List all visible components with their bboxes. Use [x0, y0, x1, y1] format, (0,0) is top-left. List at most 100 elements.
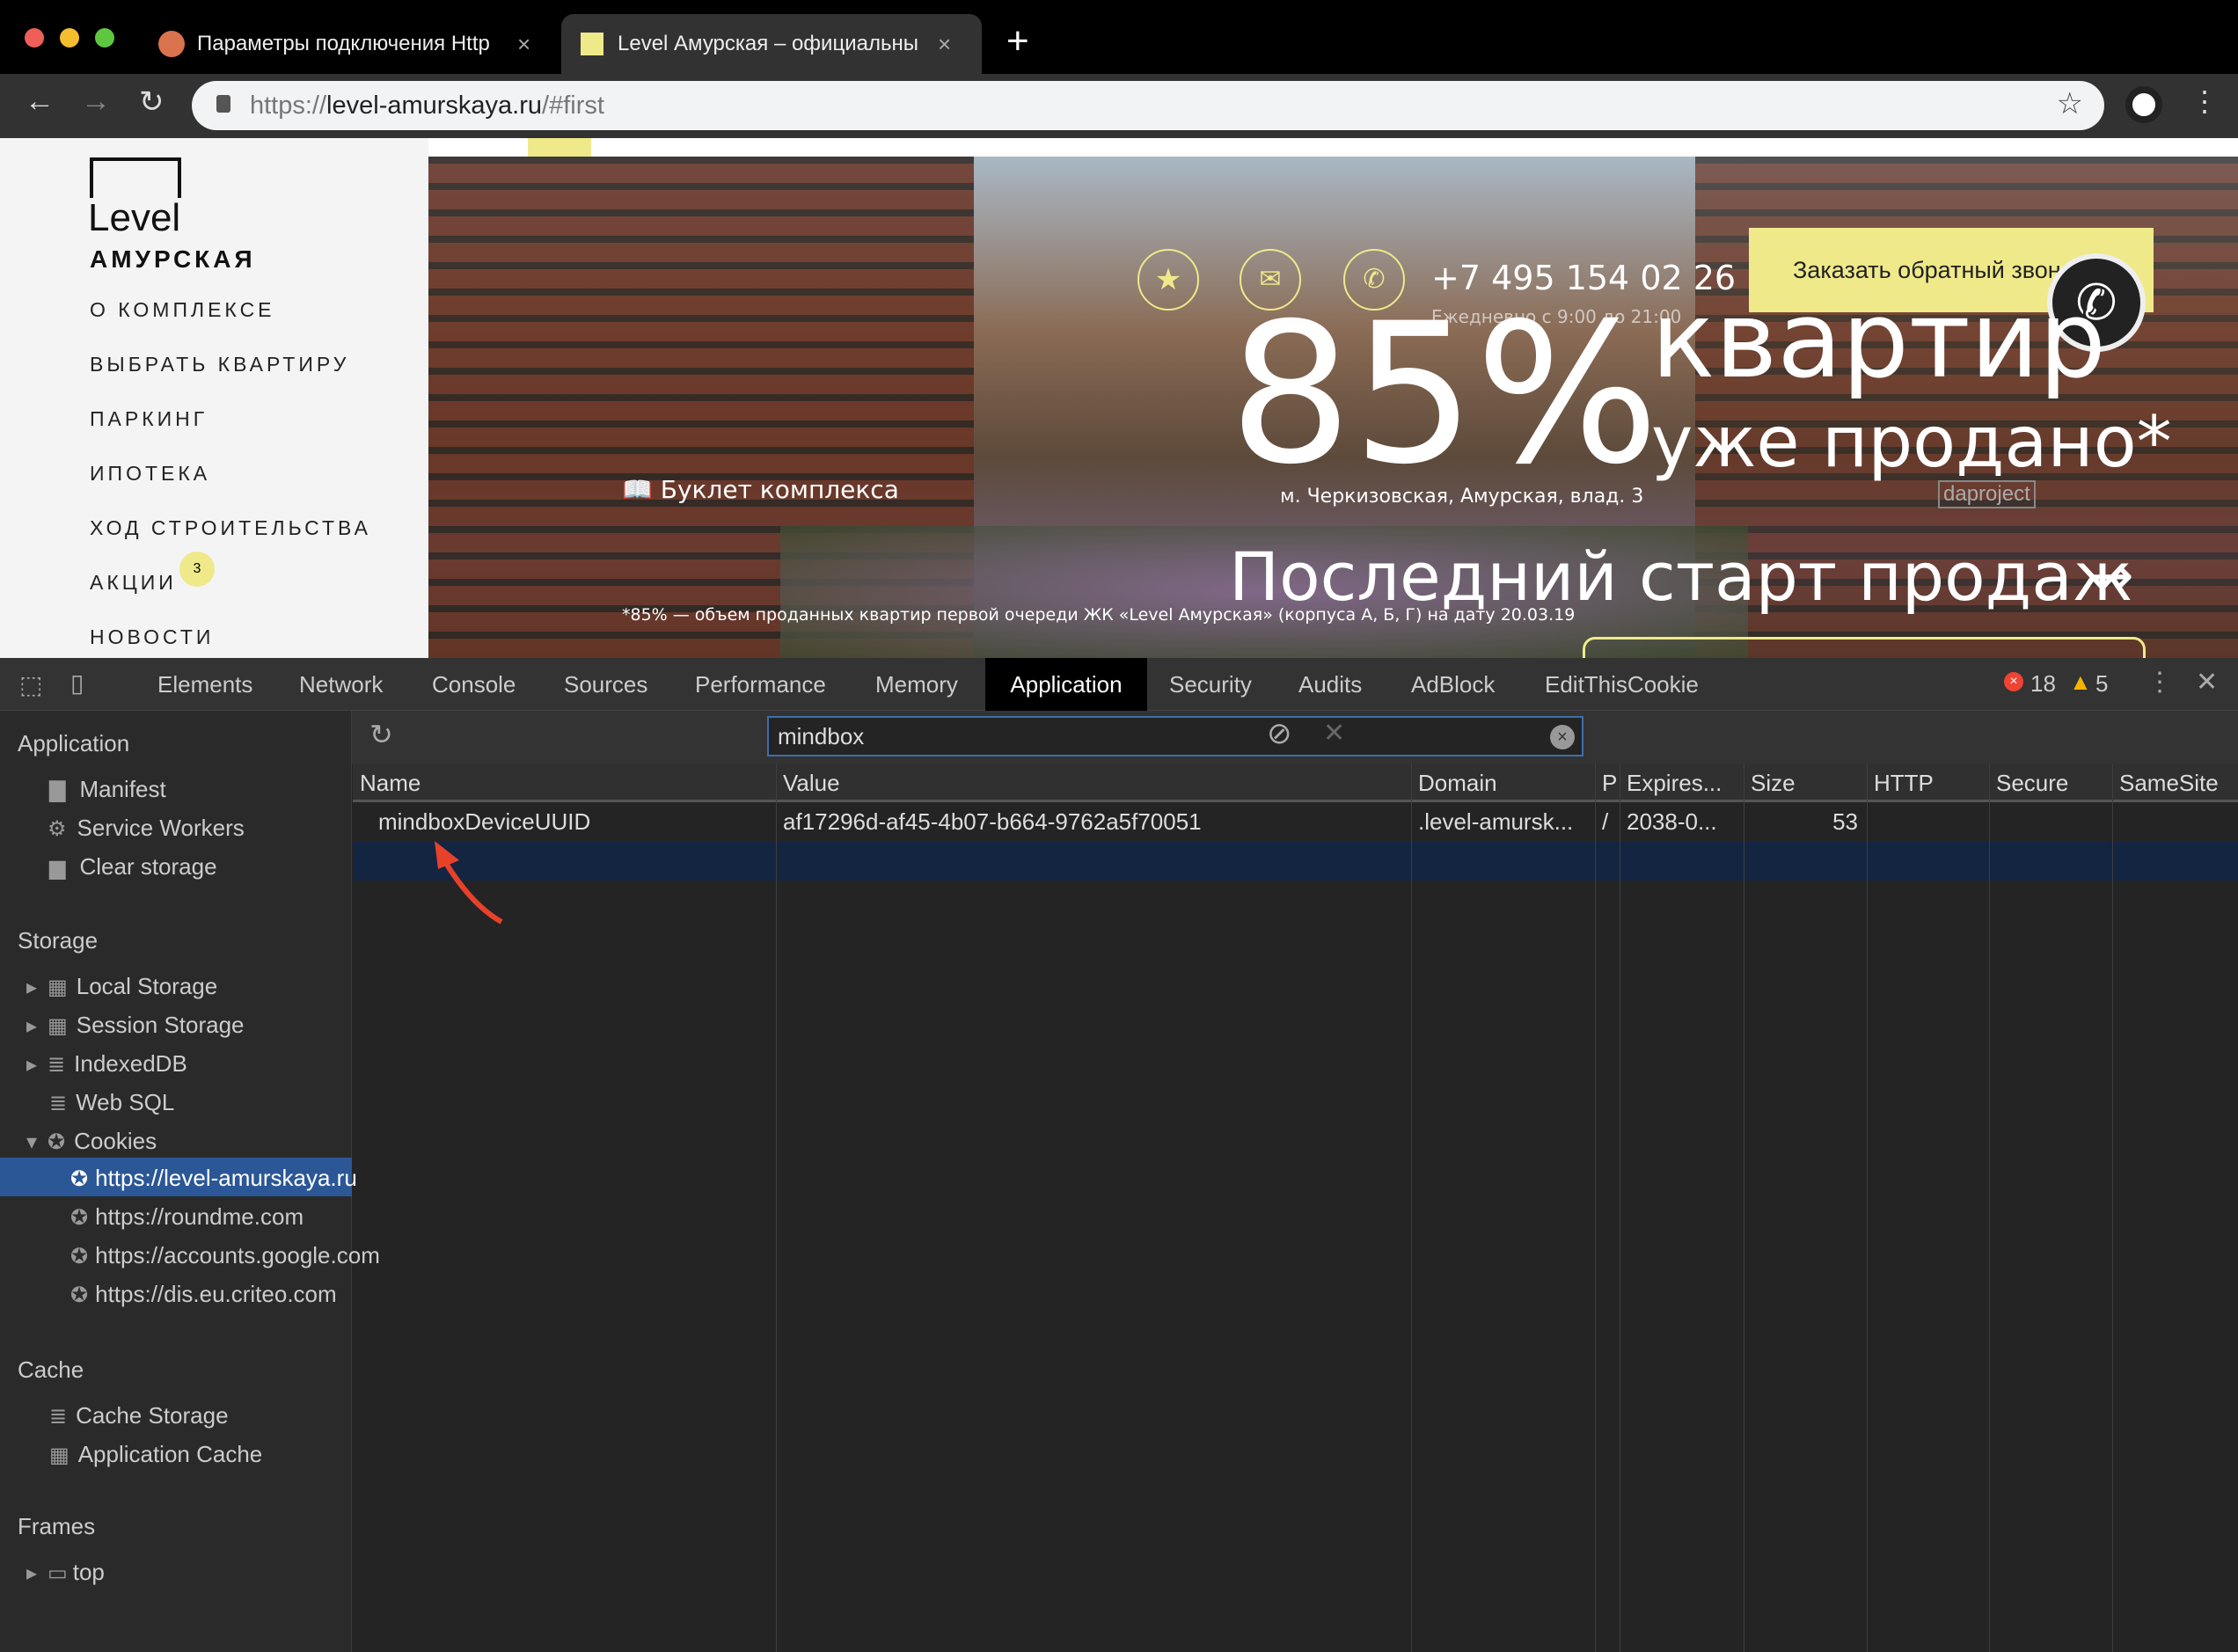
cta-box[interactable] [1583, 637, 2146, 658]
back-icon[interactable]: ← [25, 84, 55, 119]
sidebar-item-manifest[interactable]: ▇ Manifest [49, 776, 166, 803]
device-toolbar-icon[interactable]: ▯ [70, 669, 84, 698]
tab-audits[interactable]: Audits [1288, 658, 1372, 711]
item-label: Session Storage [76, 1012, 245, 1038]
tab-console[interactable]: Console [421, 658, 526, 711]
tab-performance[interactable]: Performance [684, 658, 837, 711]
menu-kebab-icon[interactable]: ⋮ [2190, 84, 2219, 118]
filter-value: mindbox [778, 723, 865, 749]
cookie-origin-item[interactable]: ✪ https://dis.eu.criteo.com [70, 1281, 337, 1308]
column-header-size[interactable]: Size [1744, 764, 1867, 802]
last-sales-start-link[interactable]: Последний старт продаж [1229, 544, 2132, 610]
sidebar-item-cookies[interactable]: ▾ ✪ Cookies [26, 1128, 157, 1155]
sidebar-item-cache-storage[interactable]: ≣ Cache Storage [49, 1402, 229, 1429]
error-count[interactable]: 18 [2030, 670, 2056, 698]
arrow-right-icon[interactable]: → [2087, 544, 2134, 609]
tab-editthiscookie[interactable]: EditThisCookie [1534, 658, 1709, 711]
item-label: Clear storage [79, 853, 217, 880]
annotation-arrow-icon [435, 841, 503, 925]
column-header-http[interactable]: HTTP [1867, 764, 1989, 802]
database-icon: ≣ [48, 1053, 66, 1077]
column-header-secure[interactable]: Secure [1989, 764, 2112, 802]
gear-icon: ⚙ [48, 817, 67, 841]
nav-mortgage[interactable]: ИПОТЕКА [90, 462, 210, 486]
tab-memory[interactable]: Memory [865, 658, 969, 711]
sidebar-item-indexeddb[interactable]: ▸ ≣ IndexedDB [26, 1050, 187, 1078]
filter-input[interactable]: mindbox × [767, 716, 1583, 757]
cookie-origin-item[interactable]: ✪ https://roundme.com [70, 1203, 304, 1231]
selected-empty-row[interactable] [353, 842, 2238, 881]
sidebar-item-application-cache[interactable]: ▦ Application Cache [49, 1441, 262, 1468]
sidebar-item-local-storage[interactable]: ▸ ▦ Local Storage [26, 973, 217, 1000]
nav-choose-apartment[interactable]: ВЫБРАТЬ КВАРТИРУ [90, 353, 349, 376]
maximize-window-button[interactable] [95, 28, 114, 48]
headline-sold: уже продано* [1651, 401, 2172, 483]
column-header-expires[interactable]: Expires... [1620, 764, 1744, 802]
warning-icon: ▲ [2069, 669, 2092, 695]
profile-avatar[interactable] [2125, 86, 2162, 123]
nav-construction[interactable]: ХОД СТРОИТЕЛЬСТВА [90, 516, 371, 540]
nav-news[interactable]: НОВОСТИ [90, 625, 214, 649]
nav-promotions[interactable]: АКЦИИ [90, 571, 177, 595]
warning-count[interactable]: 5 [2095, 670, 2108, 698]
new-tab-button[interactable]: + [1006, 19, 1029, 63]
cookie-origin-item[interactable]: ✪ https://accounts.google.com [70, 1242, 380, 1269]
cookie-origin-item-selected[interactable]: ✪ https://level-amurskaya.ru [70, 1165, 357, 1192]
column-header-value[interactable]: Value [776, 764, 1411, 802]
tab-sources[interactable]: Sources [553, 658, 658, 711]
close-tab-icon[interactable]: × [517, 31, 530, 58]
refresh-icon[interactable]: ↻ [369, 718, 393, 751]
tab-network[interactable]: Network [289, 658, 393, 711]
sidebar-item-clear-storage[interactable]: ▆ Clear storage [49, 853, 217, 881]
close-window-button[interactable] [25, 28, 44, 48]
browser-tab-bar: Параметры подключения Http × Level Амурс… [0, 0, 2238, 74]
favorites-star-icon[interactable]: ★ [1137, 249, 1199, 311]
expand-triangle-icon[interactable]: ▸ [26, 1014, 37, 1038]
nav-about[interactable]: О КОМПЛЕКСЕ [90, 298, 275, 322]
cookie-domain-cell: .level-amursk... [1418, 808, 1574, 835]
item-label: https://dis.eu.criteo.com [95, 1281, 337, 1307]
booklet-link[interactable]: 📖 Буклет комплекса [622, 475, 899, 504]
url-host: level-amurskaya.ru [326, 91, 543, 120]
column-header-samesite[interactable]: SameSite [2112, 764, 2238, 802]
error-icon: × [2004, 672, 2023, 691]
address: м. Черкизовская, Амурская, влад. 3 [1280, 486, 1644, 508]
close-devtools-icon[interactable]: ✕ [2196, 667, 2218, 698]
forward-icon[interactable]: → [81, 84, 111, 119]
column-header-path[interactable]: P [1595, 764, 1620, 802]
delete-selected-icon[interactable]: ✕ [1323, 718, 1345, 749]
cookie-icon: ✪ [70, 1206, 89, 1230]
devtools-menu-icon[interactable]: ⋮ [2147, 667, 2173, 698]
expand-triangle-icon[interactable]: ▸ [26, 1053, 37, 1077]
tab-elements[interactable]: Elements [147, 658, 263, 711]
sidebar-item-web-sql[interactable]: ≣ Web SQL [49, 1089, 174, 1116]
bookmark-star-icon[interactable]: ☆ [2057, 86, 2083, 121]
sidebar-item-service-workers[interactable]: ⚙ Service Workers [48, 815, 245, 842]
tab-adblock[interactable]: AdBlock [1401, 658, 1505, 711]
collapse-triangle-icon[interactable]: ▾ [26, 1130, 37, 1154]
inspect-element-icon[interactable]: ⬚ [19, 670, 42, 699]
tab-application[interactable]: Application [985, 658, 1147, 711]
cookie-value-cell: af17296d-af45-4b07-b664-9762a5f70051 [783, 808, 1202, 835]
column-divider [2112, 764, 2113, 1652]
browser-tab-active[interactable]: Level Амурская – официальны × [561, 14, 982, 74]
column-header-domain[interactable]: Domain [1411, 764, 1595, 802]
item-label: https://accounts.google.com [95, 1242, 380, 1268]
url-input[interactable]: https://level-amurskaya.ru/#first ☆ [192, 81, 2104, 130]
nav-parking[interactable]: ПАРКИНГ [90, 407, 208, 431]
close-tab-icon[interactable]: × [938, 31, 951, 58]
address-toolbar: ← → ↻ https://level-amurskaya.ru/#first … [0, 74, 2238, 138]
sidebar-item-frame-top[interactable]: ▸ ▭ top [26, 1559, 105, 1586]
tab-security[interactable]: Security [1159, 658, 1262, 711]
section-cache: Cache [18, 1356, 84, 1383]
expand-triangle-icon[interactable]: ▸ [26, 1561, 37, 1585]
frame-icon: ▭ [48, 1561, 68, 1585]
expand-triangle-icon[interactable]: ▸ [26, 976, 37, 999]
sidebar-item-session-storage[interactable]: ▸ ▦ Session Storage [26, 1012, 245, 1039]
column-header-name[interactable]: Name [353, 764, 776, 802]
clear-filter-icon[interactable]: × [1550, 725, 1575, 749]
minimize-window-button[interactable] [60, 28, 79, 48]
browser-tab[interactable]: Параметры подключения Http × [141, 14, 548, 74]
reload-icon[interactable]: ↻ [139, 84, 165, 120]
clear-all-cookies-icon[interactable]: ⊘ [1267, 716, 1292, 751]
